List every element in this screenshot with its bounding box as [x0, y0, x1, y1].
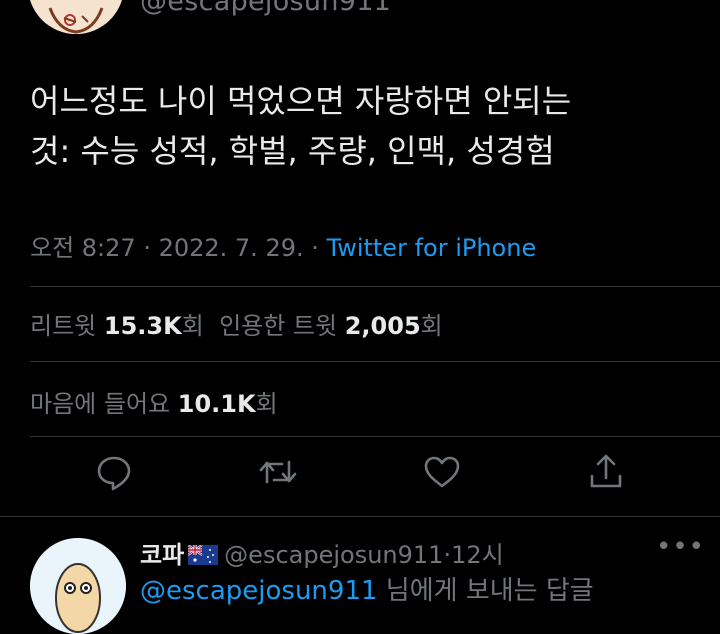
divider — [30, 361, 720, 362]
retweets-count: 15.3K — [103, 312, 182, 340]
tweet-actions — [0, 452, 720, 502]
reply-author-name[interactable]: 코파 — [140, 541, 184, 569]
divider — [0, 516, 720, 517]
reply-separator: · — [443, 541, 452, 569]
meta-separator: · — [135, 234, 159, 262]
quotes-unit: 회 — [420, 312, 443, 340]
reply-mention-link[interactable]: @escapejosun911 — [140, 576, 378, 606]
australia-flag-icon — [188, 545, 219, 565]
tweet-source-link[interactable]: Twitter for iPhone — [327, 234, 537, 262]
divider — [30, 286, 720, 287]
retweet-quote-stats: 리트윗 15.3K회 인용한 트윗 2,005회 — [30, 306, 443, 341]
tweet-time[interactable]: 오전 8:27 — [30, 234, 136, 262]
retweets-label: 리트윗 — [30, 312, 97, 340]
reply-author-handle[interactable]: @escapejosun911 — [224, 541, 443, 569]
reply-time[interactable]: 12시 — [451, 541, 504, 569]
tweet-date[interactable]: 2022. 7. 29. — [159, 234, 304, 262]
retweets-unit: 회 — [181, 312, 204, 340]
like-icon[interactable] — [422, 452, 462, 492]
replying-to: @escapejosun911 님에게 보내는 답글 — [140, 570, 594, 607]
tweet-meta: 오전 8:27 · 2022. 7. 29. · Twitter for iPh… — [30, 228, 536, 263]
reply-header: 코파 @escapejosun911·12시 — [140, 535, 504, 570]
reply-avatar[interactable] — [30, 538, 126, 634]
replying-to-suffix: 님에게 보내는 답글 — [377, 576, 594, 606]
more-options-icon[interactable]: ••• — [656, 532, 705, 562]
retweet-icon[interactable] — [258, 452, 298, 492]
quotes-label: 인용한 트윗 — [219, 312, 338, 340]
author-avatar[interactable] — [28, 0, 124, 34]
reply-icon[interactable] — [94, 452, 134, 492]
likes-stat[interactable]: 마음에 들어요 10.1K회 — [30, 384, 278, 419]
likes-unit: 회 — [255, 390, 278, 418]
meta-separator: · — [303, 234, 327, 262]
share-icon[interactable] — [586, 452, 626, 492]
divider — [30, 436, 720, 437]
author-handle[interactable]: @escapejosun911 — [140, 0, 391, 17]
likes-label: 마음에 들어요 — [30, 390, 171, 418]
quotes-stat[interactable]: 인용한 트윗 2,005회 — [219, 312, 443, 340]
quotes-count: 2,005 — [344, 312, 421, 340]
tweet-text: 어느정도 나이 먹었으면 자랑하면 안되는 것: 수능 성적, 학벌, 주량, … — [30, 82, 572, 170]
likes-count: 10.1K — [177, 390, 256, 418]
retweets-stat[interactable]: 리트윗 15.3K회 — [30, 312, 204, 340]
